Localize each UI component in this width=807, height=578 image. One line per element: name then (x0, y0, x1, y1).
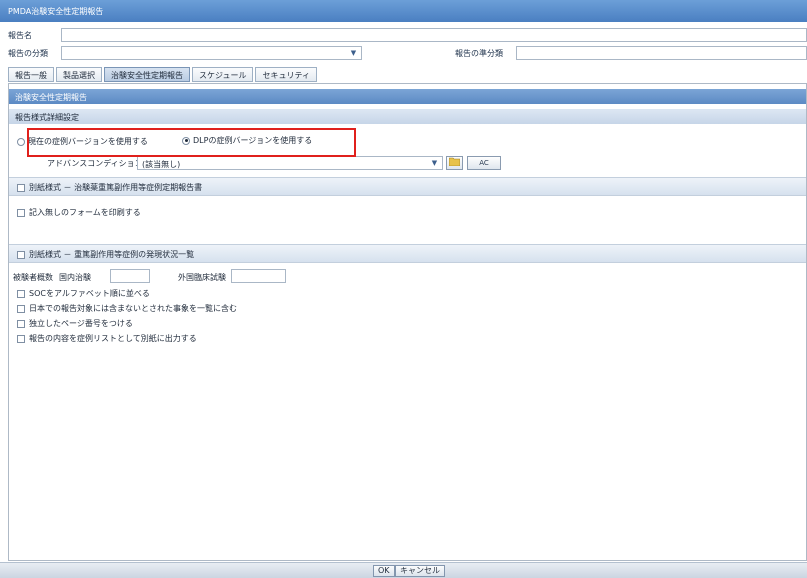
tab-schedule[interactable]: スケジュール (192, 67, 254, 82)
checkbox[interactable] (17, 334, 25, 343)
report-subcategory-label: 報告の準分類 (455, 49, 503, 58)
subjects-label: 被験者概数 (13, 273, 53, 282)
window-title: PMDA治験安全性定期報告 (0, 0, 807, 22)
domestic-trial-input[interactable] (110, 269, 150, 283)
report-name-input[interactable] (61, 28, 807, 42)
advanced-condition-select[interactable]: (該当無し) ▼ (137, 156, 443, 170)
option-soc-alphabetical[interactable]: SOCをアルファベット順に並べる (17, 288, 150, 299)
tab-periodic-safety[interactable]: 治験安全性定期報告 (104, 67, 190, 82)
option-label: 報告の内容を症例リストとして別紙に出力する (29, 334, 197, 343)
section2-toggle[interactable]: 別紙様式 － 重篤副作用等症例の発現状況一覧 (17, 249, 194, 260)
print-blank-form-label: 記入無しのフォームを印刷する (29, 208, 141, 217)
checkbox[interactable] (17, 250, 25, 259)
option-label: 独立したページ番号をつける (29, 319, 133, 328)
option-label: SOCをアルファベット順に並べる (29, 289, 150, 298)
advanced-condition-label: アドバンスコンディション (47, 159, 143, 168)
section1-toggle[interactable]: 別紙様式 － 治験薬重篤副作用等症例定期報告書 (17, 182, 202, 193)
option-output-case-list[interactable]: 報告の内容を症例リストとして別紙に出力する (17, 333, 197, 344)
option-label: 日本での報告対象には含まないとされた事象を一覧に含む (29, 304, 237, 313)
print-blank-form-option[interactable]: 記入無しのフォームを印刷する (17, 207, 141, 218)
highlight-box (27, 128, 356, 157)
foreign-label: 外国臨床試験 (178, 273, 226, 282)
checkbox[interactable] (17, 319, 25, 328)
section2-title: 別紙様式 － 重篤副作用等症例の発現状況一覧 (29, 250, 195, 259)
chevron-down-icon: ▼ (350, 49, 357, 57)
report-category-select[interactable]: ▼ (61, 46, 362, 60)
ac-button[interactable]: AC (467, 156, 501, 170)
checkbox[interactable] (17, 208, 25, 217)
checkbox[interactable] (17, 183, 25, 192)
option-independent-page-numbers[interactable]: 独立したページ番号をつける (17, 318, 133, 329)
section2-band: 別紙様式 － 重篤副作用等症例の発現状況一覧 (9, 244, 806, 263)
tab-general[interactable]: 報告一般 (8, 67, 54, 82)
section1-title: 別紙様式 － 治験薬重篤副作用等症例定期報告書 (29, 183, 203, 192)
radio-button[interactable] (17, 137, 25, 146)
format-settings-header: 報告様式詳細設定 (9, 109, 806, 124)
domestic-label: 国内治験 (59, 273, 91, 282)
tab-products[interactable]: 製品選択 (56, 67, 102, 82)
ok-button[interactable]: OK (373, 565, 395, 577)
footer-bar: OK キャンセル (0, 562, 807, 578)
cancel-button[interactable]: キャンセル (395, 565, 445, 577)
tab-bar: 報告一般 製品選択 治験安全性定期報告 スケジュール セキュリティ (8, 67, 317, 82)
option-include-excluded-events[interactable]: 日本での報告対象には含まないとされた事象を一覧に含む (17, 303, 237, 314)
section1-band: 別紙様式 － 治験薬重篤副作用等症例定期報告書 (9, 177, 806, 196)
tab-security[interactable]: セキュリティ (255, 67, 317, 82)
folder-icon[interactable] (446, 156, 463, 170)
chevron-down-icon: ▼ (431, 159, 438, 167)
foreign-trial-input[interactable] (231, 269, 286, 283)
panel-title: 治験安全性定期報告 (9, 89, 806, 104)
advanced-condition-value: (該当無し) (142, 160, 181, 169)
report-subcategory-input[interactable] (516, 46, 807, 60)
report-category-label: 報告の分類 (8, 49, 48, 58)
report-name-label: 報告名 (8, 31, 32, 40)
checkbox[interactable] (17, 304, 25, 313)
checkbox[interactable] (17, 289, 25, 298)
